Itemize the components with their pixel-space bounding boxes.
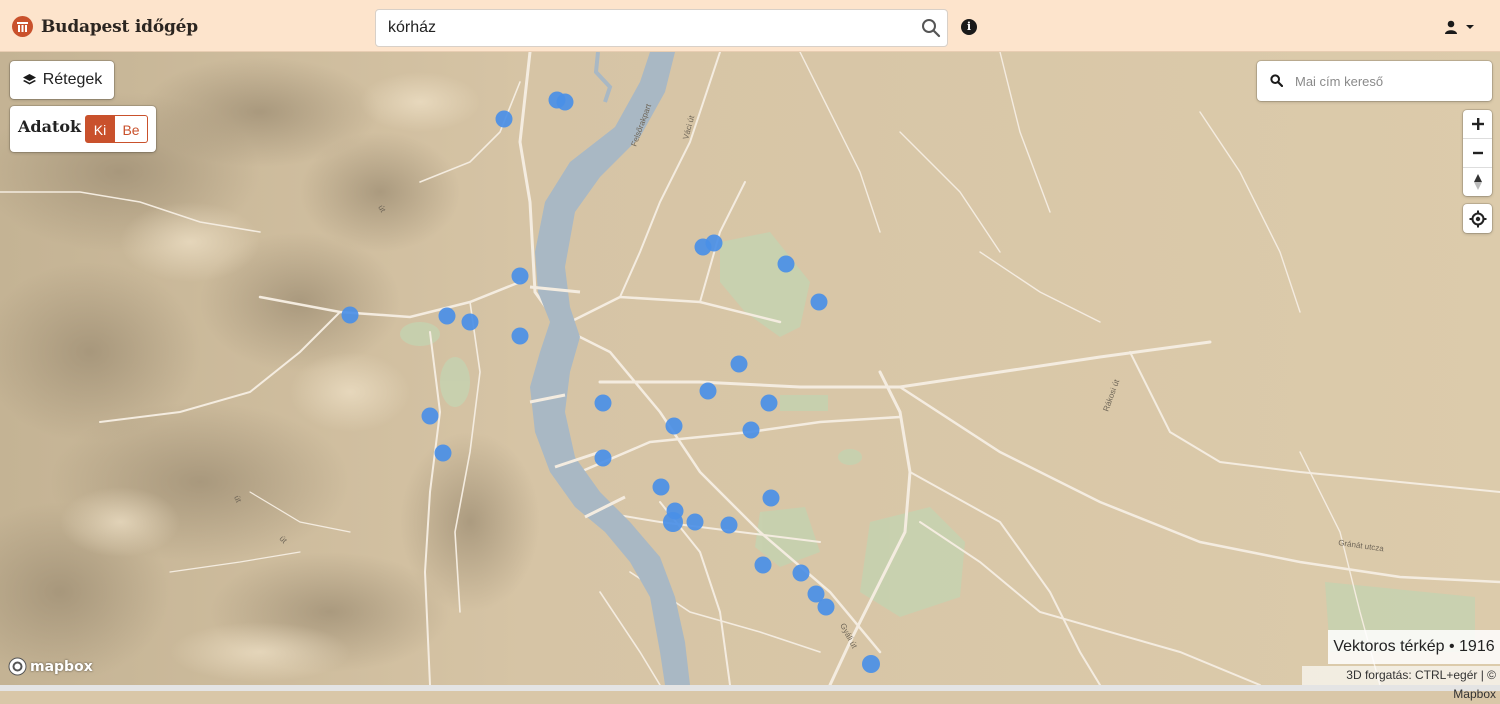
search-icon — [1270, 74, 1284, 92]
map-marker[interactable] — [594, 449, 612, 467]
map-marker[interactable] — [817, 598, 835, 616]
data-toggle: Ki Be — [85, 115, 148, 143]
address-search — [1257, 61, 1492, 101]
mapbox-logo-text: mapbox — [30, 658, 93, 675]
minus-icon — [1472, 151, 1483, 155]
map-info-label: Vektoros térkép • 1916 — [1328, 630, 1500, 664]
map-marker[interactable] — [341, 306, 359, 324]
zoom-controls — [1463, 110, 1492, 196]
map-marker[interactable] — [511, 327, 529, 345]
search-icon[interactable] — [921, 18, 941, 43]
map-marker[interactable] — [699, 382, 717, 400]
app-title: Budapest időgép — [41, 16, 198, 37]
map-marker[interactable] — [652, 478, 670, 496]
plus-icon — [1471, 118, 1484, 130]
toggle-on-button[interactable]: Be — [115, 115, 148, 143]
map-marker[interactable] — [663, 512, 683, 532]
search-input[interactable] — [388, 10, 908, 46]
map-marker[interactable] — [862, 655, 880, 673]
attribution[interactable]: 3D forgatás: CTRL+egér | © Mapbox — [1302, 666, 1500, 701]
user-icon — [1445, 20, 1457, 34]
map-marker[interactable] — [777, 255, 795, 273]
brand[interactable]: Budapest időgép — [12, 16, 198, 37]
info-icon[interactable]: i — [961, 19, 977, 35]
compass-button[interactable] — [1463, 168, 1492, 196]
compass-icon — [1473, 174, 1482, 190]
zoom-in-button[interactable] — [1463, 110, 1492, 139]
caret-down-icon — [1466, 25, 1474, 29]
data-toggle-panel: Adatok Ki Be — [10, 106, 156, 152]
map-canvas[interactable]: Felsőrakpart Váci út út út út Rákosi út … — [0, 52, 1500, 685]
map-marker[interactable] — [594, 394, 612, 412]
mapbox-logo[interactable]: mapbox — [8, 657, 93, 676]
zoom-out-button[interactable] — [1463, 139, 1492, 168]
layers-icon — [22, 74, 36, 85]
top-navbar: Budapest időgép i — [0, 0, 1500, 52]
map-marker[interactable] — [792, 564, 810, 582]
map-marker[interactable] — [511, 267, 529, 285]
address-search-input[interactable] — [1295, 61, 1485, 101]
mapbox-icon — [8, 657, 27, 676]
map-marker[interactable] — [686, 513, 704, 531]
layers-label: Rétegek — [42, 71, 103, 88]
map-marker[interactable] — [810, 293, 828, 311]
map-marker[interactable] — [742, 421, 760, 439]
map-marker[interactable] — [495, 110, 513, 128]
map-marker[interactable] — [730, 355, 748, 373]
toggle-off-button[interactable]: Ki — [85, 115, 115, 143]
crosshair-icon — [1469, 210, 1486, 227]
map-marker[interactable] — [665, 417, 683, 435]
logo-icon — [12, 16, 33, 37]
bottom-strip — [0, 685, 1500, 691]
layers-button[interactable]: Rétegek — [10, 61, 114, 99]
map-marker[interactable] — [705, 234, 723, 252]
map-marker[interactable] — [720, 516, 738, 534]
map-marker[interactable] — [762, 489, 780, 507]
map-marker[interactable] — [461, 313, 479, 331]
user-menu[interactable] — [1444, 20, 1478, 34]
map-marker[interactable] — [760, 394, 778, 412]
geolocate-button[interactable] — [1463, 204, 1492, 233]
data-label: Adatok — [18, 117, 82, 136]
map-marker[interactable] — [434, 444, 452, 462]
map-marker[interactable] — [754, 556, 772, 574]
map-marker[interactable] — [438, 307, 456, 325]
map-marker[interactable] — [421, 407, 439, 425]
map-marker[interactable] — [556, 93, 574, 111]
search-box — [375, 9, 948, 47]
